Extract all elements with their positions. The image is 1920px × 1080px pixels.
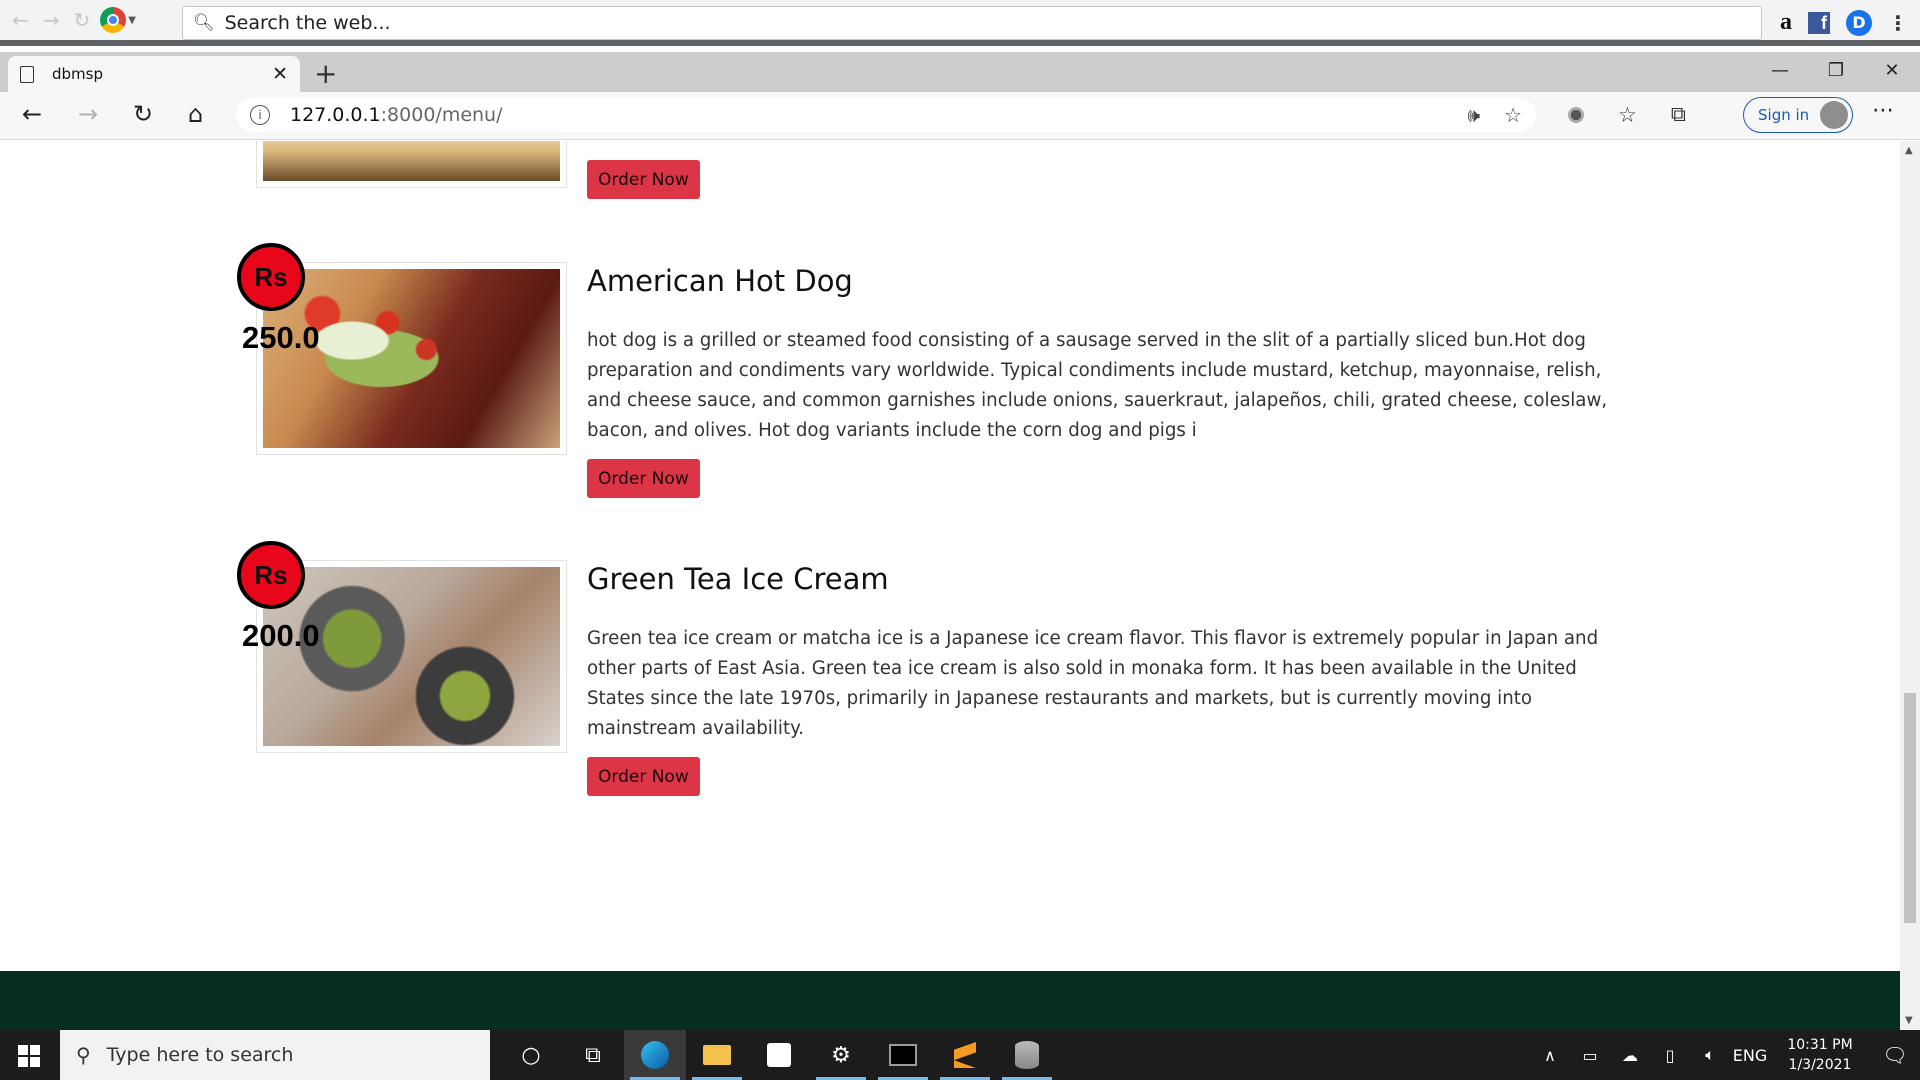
- outer-menu-icon[interactable]: ⋮: [1888, 11, 1908, 35]
- file-explorer-icon[interactable]: [686, 1030, 748, 1080]
- windows-taskbar: ⚲ Type here to search ○ ⧉ ⚙ ∧ ▭ ☁ ▯ 🔈︎ E…: [0, 1030, 1920, 1080]
- price-value: 250.0: [242, 320, 320, 355]
- food-image-previous: [256, 141, 567, 188]
- outer-search-input[interactable]: 🔍︎ Search the web...: [182, 6, 1762, 40]
- minimize-icon[interactable]: —: [1752, 52, 1808, 88]
- window-controls: — ❐ ✕: [1752, 52, 1920, 88]
- clock-date: 1/3/2021: [1788, 1057, 1852, 1073]
- address-actions: 🕪︎ ☆: [1467, 103, 1522, 127]
- tab-title: dbmsp: [52, 65, 103, 83]
- chevron-down-icon[interactable]: ▼: [128, 15, 136, 26]
- taskbar-apps: ○ ⧉ ⚙: [500, 1030, 1058, 1080]
- settings-gear-icon[interactable]: ⚙: [810, 1030, 872, 1080]
- page-scrollbar[interactable]: ▲ ▼: [1900, 141, 1920, 1030]
- price-value: 200.0: [242, 618, 320, 653]
- read-aloud-icon[interactable]: 🕪︎: [1467, 103, 1480, 127]
- taskbar-search-placeholder: Type here to search: [106, 1044, 294, 1066]
- back-icon[interactable]: ←: [22, 100, 42, 128]
- outer-search-placeholder: Search the web...: [224, 12, 391, 34]
- site-footer: [0, 971, 1900, 1030]
- url-path: :8000/menu/: [380, 104, 503, 126]
- language-indicator[interactable]: ENG: [1730, 1046, 1770, 1065]
- item-title: American Hot Dog: [587, 264, 853, 298]
- signin-label: Sign in: [1758, 106, 1810, 124]
- order-now-button[interactable]: Order Now: [587, 459, 700, 498]
- tab-strip: dbmsp ✕ + — ❐ ✕: [0, 52, 1920, 92]
- favorites-icon[interactable]: ☆: [1618, 103, 1637, 127]
- more-options-icon[interactable]: ⋯: [1872, 98, 1894, 123]
- clock-time: 10:31 PM: [1787, 1037, 1853, 1053]
- record-icon[interactable]: [1568, 106, 1584, 123]
- order-now-button[interactable]: Order Now: [587, 757, 700, 796]
- taskbar-search-input[interactable]: ⚲ Type here to search: [60, 1030, 490, 1080]
- item-description: hot dog is a grilled or steamed food con…: [587, 330, 1608, 441]
- battery-icon[interactable]: ▯: [1650, 1046, 1690, 1065]
- new-tab-icon[interactable]: +: [314, 57, 337, 90]
- database-icon[interactable]: [996, 1030, 1058, 1080]
- show-hidden-icons-icon[interactable]: ∧: [1530, 1046, 1570, 1065]
- task-view-icon[interactable]: ⧉: [562, 1030, 624, 1080]
- system-tray: ∧ ▭ ☁ ▯ 🔈︎ ENG 10:31 PM 1/3/2021 🗨︎: [1530, 1030, 1920, 1080]
- scroll-down-icon[interactable]: ▼: [1905, 1015, 1913, 1026]
- outer-back-icon[interactable]: ←: [12, 8, 29, 32]
- collections-icon[interactable]: ⧉: [1671, 102, 1686, 127]
- edge-app-icon[interactable]: [624, 1030, 686, 1080]
- favorite-star-icon[interactable]: ☆: [1504, 103, 1522, 127]
- item-description: Green tea ice cream or matcha ice is a J…: [587, 628, 1599, 739]
- currency-badge: Rs: [237, 541, 305, 609]
- sublime-text-icon[interactable]: [934, 1030, 996, 1080]
- cortana-icon[interactable]: ○: [500, 1030, 562, 1080]
- address-bar[interactable]: i 127.0.0.1:8000/menu/ 🕪︎ ☆: [236, 98, 1536, 132]
- outer-nav-group: ← → ↻: [0, 8, 90, 32]
- food-image-hotdog: [256, 262, 567, 455]
- restore-icon[interactable]: ❐: [1808, 52, 1864, 88]
- toolbar-tools: ☆ ⧉: [1568, 102, 1686, 127]
- outer-reload-icon[interactable]: ↻: [74, 8, 91, 32]
- scrollbar-thumb[interactable]: [1904, 693, 1916, 923]
- outer-extensions: a f D ⋮: [1780, 9, 1908, 36]
- page-icon: [20, 65, 34, 83]
- food-photo: [263, 269, 560, 448]
- url-host: 127.0.0.1: [290, 104, 381, 126]
- avatar: [1820, 101, 1848, 129]
- scroll-up-icon[interactable]: ▲: [1905, 145, 1913, 156]
- outer-browser-toolbar: ← → ↻ ▼ 🔍︎ Search the web... a f D ⋮: [0, 0, 1920, 46]
- store-icon[interactable]: [748, 1030, 810, 1080]
- page-viewport: Order Now Rs 250.0 American Hot Dog hot …: [0, 141, 1900, 1030]
- order-now-button-previous[interactable]: Order Now: [587, 160, 700, 199]
- search-icon: 🔍︎: [193, 13, 215, 33]
- chrome-logo-icon[interactable]: [100, 7, 127, 33]
- food-image-icecream: [256, 560, 567, 753]
- notifications-icon[interactable]: 🗨︎: [1870, 1043, 1920, 1067]
- item-title: Green Tea Ice Cream: [587, 562, 889, 596]
- food-photo: [263, 567, 560, 746]
- clock[interactable]: 10:31 PM 1/3/2021: [1770, 1035, 1870, 1075]
- volume-icon[interactable]: 🔈︎: [1690, 1045, 1730, 1065]
- site-info-icon[interactable]: i: [250, 105, 270, 125]
- outer-forward-icon[interactable]: →: [43, 8, 60, 32]
- signin-button[interactable]: Sign in: [1743, 97, 1853, 133]
- windows-start-icon[interactable]: [18, 1045, 40, 1067]
- terminal-icon[interactable]: [872, 1030, 934, 1080]
- close-window-icon[interactable]: ✕: [1864, 52, 1920, 88]
- meet-now-icon[interactable]: ▭: [1570, 1046, 1610, 1065]
- facebook-icon[interactable]: f: [1808, 11, 1830, 34]
- food-photo: [263, 141, 560, 181]
- amazon-icon[interactable]: a: [1780, 9, 1792, 36]
- search-icon: ⚲: [76, 1043, 91, 1067]
- refresh-icon[interactable]: ↻: [133, 100, 153, 128]
- tab-dbmsp[interactable]: dbmsp ✕: [8, 56, 300, 92]
- onedrive-icon[interactable]: ☁: [1610, 1046, 1650, 1065]
- d-extension-icon[interactable]: D: [1846, 9, 1872, 36]
- home-icon[interactable]: ⌂: [188, 100, 203, 128]
- currency-badge: Rs: [237, 243, 305, 311]
- close-tab-icon[interactable]: ✕: [272, 63, 288, 85]
- forward-icon[interactable]: →: [78, 100, 98, 128]
- address-toolbar: ← → ↻ ⌂ i 127.0.0.1:8000/menu/ 🕪︎ ☆ ☆ ⧉ …: [0, 92, 1920, 140]
